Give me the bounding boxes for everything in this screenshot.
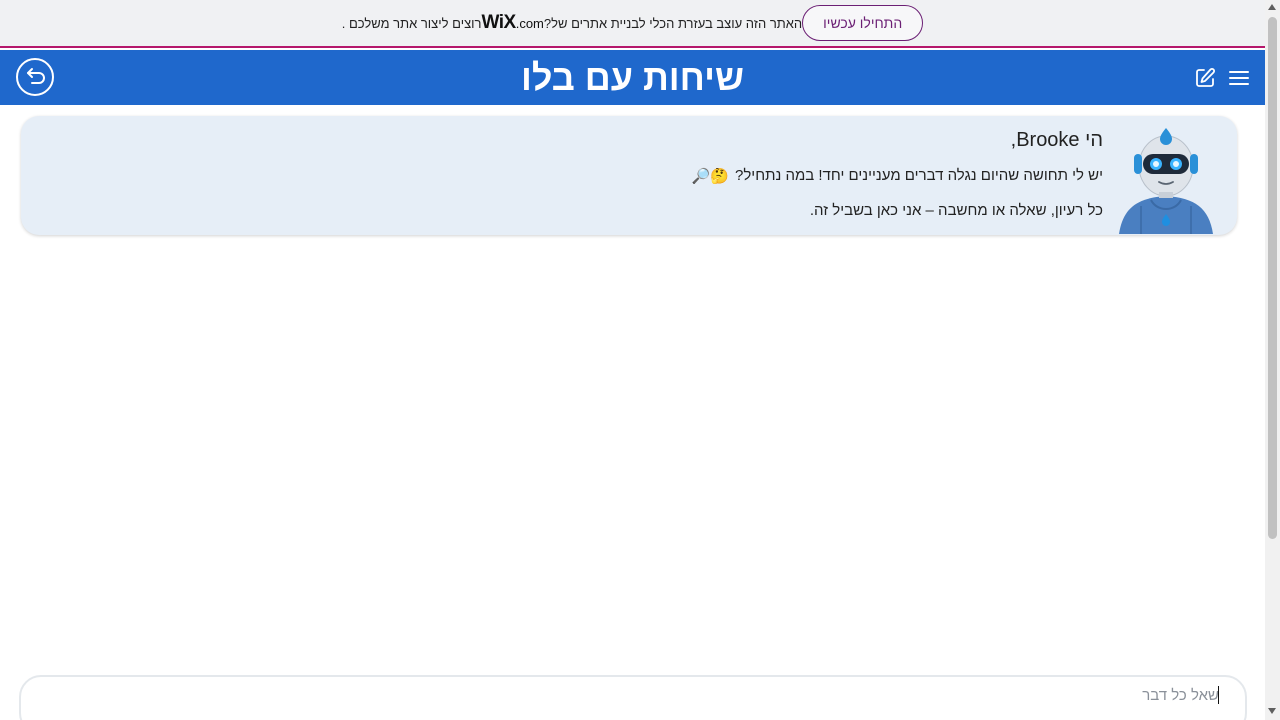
wix-banner-content: . רוצים ליצור אתר משלכם WiX .com ?האתר הז… — [342, 5, 924, 41]
message-greeting: הי Brooke, — [1010, 129, 1103, 151]
new-chat-button[interactable] — [1194, 67, 1216, 89]
wix-start-now-button[interactable]: התחילו עכשיו — [802, 5, 924, 41]
message-line-1: יש לי תחושה שהיום נגלה דברים מעניינים יח… — [41, 166, 1103, 186]
scroll-down-arrow-icon[interactable] — [1268, 708, 1276, 714]
edit-icon — [1196, 68, 1215, 87]
scroll-up-arrow-icon[interactable] — [1268, 4, 1276, 10]
text-caret — [1218, 686, 1219, 704]
thinking-search-emoji: 🤔🔎 — [691, 167, 730, 185]
wix-logo: WiX — [481, 12, 516, 33]
wix-promo-banner: . רוצים ליצור אתר משלכם WiX .com ?האתר הז… — [0, 0, 1265, 48]
robot-avatar — [1119, 128, 1213, 234]
scroll-thumb[interactable] — [1268, 17, 1277, 539]
wix-banner-text-after: . רוצים ליצור אתר משלכם — [341, 16, 482, 31]
assistant-message-card: הי Brooke, יש לי תחושה שהיום נגלה דברים … — [21, 116, 1237, 235]
menu-button[interactable] — [1228, 69, 1250, 87]
message-body: הי Brooke, יש לי תחושה שהיום נגלה דברים … — [41, 126, 1103, 221]
message-line-2: כל רעיון, שאלה או מחשבה – אני כאן בשביל … — [809, 202, 1103, 219]
app-header: שיחות עם בלו — [0, 50, 1265, 105]
message-line-1-text: יש לי תחושה שהיום נגלה דברים מעניינים יח… — [735, 167, 1103, 184]
page-title: שיחות עם בלו — [521, 56, 744, 98]
wix-banner-text-before: ?האתר הזה עוצב בעזרת הכלי לבניית אתרים ש… — [543, 16, 803, 31]
wix-dotcom: .com — [515, 16, 544, 31]
page-scrollbar[interactable] — [1265, 0, 1280, 720]
chat-input[interactable] — [619, 685, 1219, 705]
page: . רוצים ליצור אתר משלכם WiX .com ?האתר הז… — [0, 0, 1280, 720]
hamburger-menu-icon — [1229, 71, 1249, 85]
wix-banner-text: . רוצים ליצור אתר משלכם WiX .com ?האתר הז… — [342, 12, 802, 34]
chat-input-box[interactable] — [19, 675, 1247, 720]
